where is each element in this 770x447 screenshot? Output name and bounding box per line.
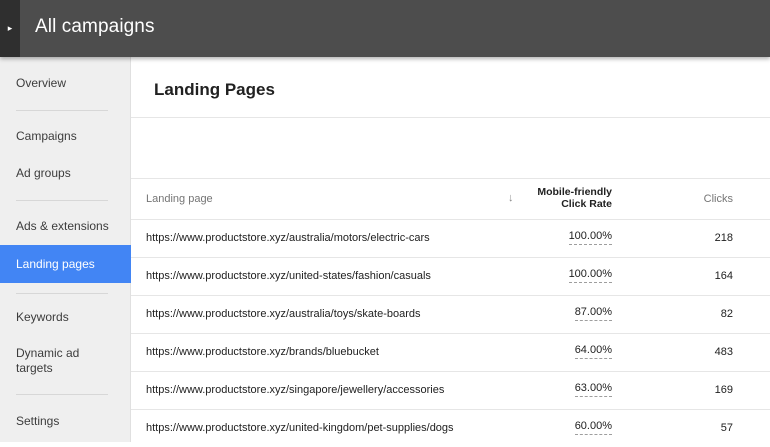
clicks-value: 169 [714,384,733,396]
sidebar-item-overview[interactable]: Overview [0,76,131,91]
landing-page-url[interactable]: https://www.productstore.xyz/australia/t… [146,308,421,320]
page-title: Landing Pages [154,80,275,99]
sidebar-divider [16,200,108,201]
clicks-value: 57 [720,422,733,434]
clicks-value: 164 [714,270,733,282]
click-rate-value: 60.00% [574,420,612,435]
main-content: Landing Pages Landing page ↓ Mobile-frie… [131,57,770,442]
table-row: https://www.productstore.xyz/united-king… [131,409,770,447]
sidebar-item-ad-groups[interactable]: Ad groups [0,166,131,181]
toolbar-divider [131,178,770,179]
sidebar-divider [16,293,108,294]
landing-page-url[interactable]: https://www.productstore.xyz/singapore/j… [146,384,444,396]
sidebar-item-ads-extensions[interactable]: Ads & extensions [0,219,131,234]
sidebar-divider [16,394,108,395]
sidebar-item-landing-pages[interactable]: Landing pages [0,245,131,283]
column-header-landing-page[interactable]: Landing page [146,193,213,205]
column-header-mobile-friendly-click-rate[interactable]: Mobile-friendly Click Rate [537,186,612,210]
expand-icon[interactable]: ▸ [0,0,20,57]
sidebar-item-settings[interactable]: Settings [0,414,131,429]
click-rate-value: 63.00% [574,382,612,397]
sidebar-item-keywords[interactable]: Keywords [0,310,131,325]
column-header-rate-line2: Click Rate [561,198,612,210]
arrow-down-icon[interactable]: ↓ [508,192,514,204]
sidebar-item-dynamic-ad-targets[interactable]: Dynamic ad targets [0,346,110,376]
sidebar-item-campaigns[interactable]: Campaigns [0,129,131,144]
title-divider [131,117,770,118]
click-rate-value: 100.00% [568,268,612,283]
landing-page-url[interactable]: https://www.productstore.xyz/united-king… [146,422,454,434]
sidebar-divider [16,110,108,111]
click-rate-value: 100.00% [568,230,612,245]
click-rate-value: 64.00% [574,344,612,359]
clicks-value: 483 [714,346,733,358]
clicks-value: 218 [714,232,733,244]
landing-page-url[interactable]: https://www.productstore.xyz/brands/blue… [146,346,379,358]
page-header-title: All campaigns [35,16,155,37]
clicks-value: 82 [720,308,733,320]
table-row: https://www.productstore.xyz/australia/t… [131,295,770,333]
sidebar: Overview Campaigns Ad groups Ads & exten… [0,57,131,442]
landing-page-url[interactable]: https://www.productstore.xyz/australia/m… [146,232,430,244]
column-header-clicks[interactable]: Clicks [704,193,733,205]
landing-page-url[interactable]: https://www.productstore.xyz/united-stat… [146,270,431,282]
table-row: https://www.productstore.xyz/singapore/j… [131,371,770,409]
table-row: https://www.productstore.xyz/australia/m… [131,219,770,257]
top-bar: ▸ All campaigns [0,0,770,57]
table-row: https://www.productstore.xyz/brands/blue… [131,333,770,371]
click-rate-value: 87.00% [574,306,612,321]
column-header-rate-line1: Mobile-friendly [537,186,612,198]
table-row: https://www.productstore.xyz/united-stat… [131,257,770,295]
